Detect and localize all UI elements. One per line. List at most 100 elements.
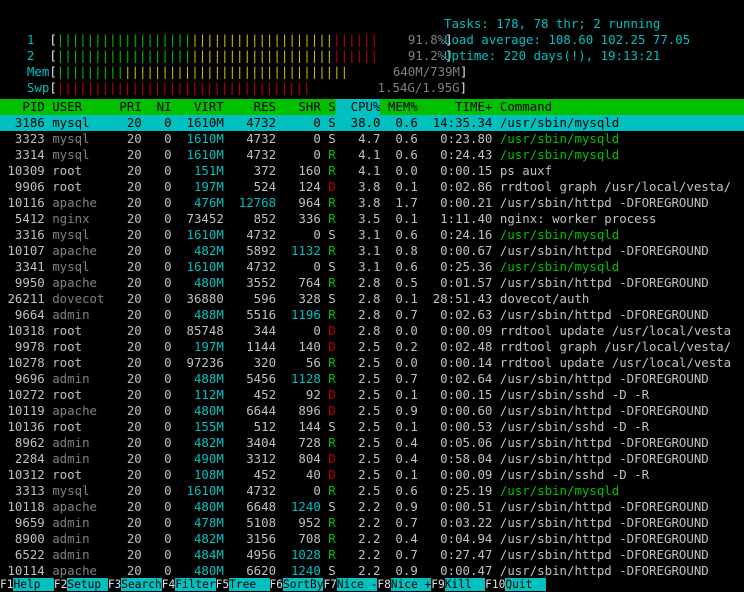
- column-mem-header[interactable]: MEM%: [380, 99, 418, 115]
- fkey-f2-label[interactable]: Setup: [67, 578, 108, 591]
- table-row[interactable]: 10312 root 20 0 108M 452 40 D 2.5 0.1 0:…: [0, 467, 744, 483]
- cell-res: 5456: [223, 371, 277, 386]
- table-row[interactable]: 10278 root 20 0 97236 320 56 R 2.5 0.0 0…: [0, 355, 744, 371]
- table-row[interactable]: 3314 mysql 20 0 1610M 4732 0 R 4.1 0.6 0…: [0, 147, 744, 163]
- cell-cmd: /usr/sbin/mysqld: [492, 115, 620, 130]
- fkey-f6[interactable]: F6: [269, 578, 284, 591]
- cell-pri: 20: [111, 531, 142, 546]
- column-pri-header[interactable]: PRI: [112, 99, 141, 115]
- cell-pid: 9696: [0, 371, 45, 386]
- cell-pri: 20: [111, 131, 142, 146]
- column-res-header[interactable]: RES: [224, 99, 276, 115]
- fkey-f6-label[interactable]: SortBy: [283, 578, 324, 591]
- cell-cmd: /usr/sbin/httpd -DFOREGROUND: [492, 499, 709, 514]
- cell-res: 4732: [223, 227, 277, 242]
- cell-s: S: [320, 291, 336, 306]
- table-row[interactable]: 3341 mysql 20 0 1610M 4732 0 S 3.1 0.6 0…: [0, 259, 744, 275]
- cell-s: S: [320, 563, 336, 578]
- fkey-f1-label[interactable]: Help: [13, 578, 54, 591]
- cell-cpu: 2.8: [335, 307, 381, 322]
- column-virt-header[interactable]: VIRT: [172, 99, 224, 115]
- table-row[interactable]: 10118 apache 20 0 480M 6648 1240 S 2.2 0…: [0, 499, 744, 515]
- table-row[interactable]: 9978 root 20 0 197M 1144 140 D 2.5 0.2 0…: [0, 339, 744, 355]
- column-command-header[interactable]: Command: [492, 99, 552, 115]
- table-row[interactable]: 3316 mysql 20 0 1610M 4732 0 S 3.1 0.6 0…: [0, 227, 744, 243]
- cell-virt: 85748: [171, 323, 224, 338]
- fkey-f4[interactable]: F4: [161, 578, 176, 591]
- fkey-f3[interactable]: F3: [107, 578, 122, 591]
- table-row[interactable]: 9906 root 20 0 197M 524 124 D 3.8 0.1 0:…: [0, 179, 744, 195]
- table-row[interactable]: 8962 admin 20 0 482M 3404 728 R 2.5 0.4 …: [0, 435, 744, 451]
- cell-cmd: /usr/sbin/httpd -DFOREGROUND: [492, 275, 709, 290]
- cell-mem: 0.8: [380, 243, 418, 258]
- cell-mem: 0.6: [380, 227, 418, 242]
- column-header[interactable]: PID USER PRI NI VIRT RES SHR S CPU% MEM%…: [0, 99, 744, 115]
- table-row[interactable]: 2284 admin 20 0 490M 3312 804 D 2.5 0.4 …: [0, 451, 744, 467]
- column-pid-header[interactable]: PID: [0, 99, 44, 115]
- cell-shr: 1028: [276, 547, 321, 562]
- table-row[interactable]: 10318 root 20 0 85748 344 0 D 2.8 0.0 0:…: [0, 323, 744, 339]
- cell-time: 0:27.47: [417, 547, 493, 562]
- cell-shr: 896: [276, 403, 321, 418]
- cell-cmd: ps auxf: [492, 163, 553, 178]
- cell-cpu: 4.1: [335, 147, 381, 162]
- cell-res: 852: [223, 211, 277, 226]
- cell-res: 3312: [223, 451, 277, 466]
- table-row[interactable]: 10272 root 20 0 112M 452 92 D 2.5 0.1 0:…: [0, 387, 744, 403]
- fkey-f9-label[interactable]: Kill: [444, 578, 486, 591]
- table-row[interactable]: 3313 mysql 20 0 1610M 4732 0 R 2.5 0.6 0…: [0, 483, 744, 499]
- cell-res: 4732: [223, 115, 277, 130]
- table-row[interactable]: 10136 root 20 0 155M 512 144 S 2.5 0.1 0…: [0, 419, 744, 435]
- cell-shr: 0: [276, 323, 321, 338]
- fkey-f9[interactable]: F9: [431, 578, 445, 591]
- fkey-f8[interactable]: F8: [377, 578, 391, 591]
- fkey-f8-label[interactable]: Nice +: [390, 578, 432, 591]
- fkey-f2[interactable]: F2: [53, 578, 68, 591]
- cell-mem: 0.1: [380, 467, 418, 482]
- cell-pri: 20: [111, 307, 142, 322]
- fkey-f10-label[interactable]: Quit: [505, 578, 546, 591]
- fkey-f4-label[interactable]: Filter: [175, 578, 216, 591]
- column-s-header[interactable]: S: [321, 99, 335, 115]
- table-row[interactable]: 26211 dovecot 20 0 36880 596 328 S 2.8 0…: [0, 291, 744, 307]
- table-row[interactable]: 5412 nginx 20 0 73452 852 336 R 3.5 0.1 …: [0, 211, 744, 227]
- fkey-f10[interactable]: F10: [485, 578, 506, 591]
- cell-pid: 3313: [0, 483, 45, 498]
- table-row[interactable]: 9696 admin 20 0 488M 5456 1128 R 2.5 0.7…: [0, 371, 744, 387]
- cell-res: 344: [223, 323, 277, 338]
- cell-s: D: [320, 323, 336, 338]
- cell-shr: 0: [276, 131, 321, 146]
- table-row[interactable]: 3186 mysql 20 0 1610M 4732 0 S 38.0 0.6 …: [0, 115, 744, 131]
- cell-shr: 728: [276, 435, 321, 450]
- table-row[interactable]: 10107 apache 20 0 482M 5892 1132 R 3.1 0…: [0, 243, 744, 259]
- function-key-bar[interactable]: F1Help F2Setup F3SearchF4FilterF5Tree F6…: [0, 578, 744, 592]
- fkey-f1[interactable]: F1: [0, 578, 14, 591]
- table-row[interactable]: 6522 admin 20 0 484M 4956 1028 R 2.2 0.7…: [0, 547, 744, 563]
- cell-pri: 20: [111, 259, 142, 274]
- table-row[interactable]: 9950 apache 20 0 480M 3552 764 R 2.8 0.5…: [0, 275, 744, 291]
- column-cpu-header[interactable]: CPU%: [335, 99, 381, 115]
- cell-user: mysql: [44, 131, 112, 146]
- fkey-f5[interactable]: F5: [215, 578, 230, 591]
- cell-cpu: 2.5: [335, 403, 381, 418]
- table-row[interactable]: 10114 apache 20 0 480M 6620 1240 S 2.2 0…: [0, 563, 744, 579]
- load-average: Load average: 108.60 102.25 77.05: [444, 32, 691, 47]
- table-row[interactable]: 9664 admin 20 0 488M 5516 1196 R 2.8 0.7…: [0, 307, 744, 323]
- fkey-f3-label[interactable]: Search: [121, 578, 162, 591]
- column-shr-header[interactable]: SHR: [276, 99, 320, 115]
- fkey-f5-label[interactable]: Tree: [229, 578, 270, 591]
- table-row[interactable]: 10309 root 20 0 151M 372 160 R 4.1 0.0 0…: [0, 163, 744, 179]
- column-user-header[interactable]: USER: [45, 99, 112, 115]
- table-row[interactable]: 10116 apache 20 0 476M 12768 964 R 3.8 1…: [0, 195, 744, 211]
- cell-user: nginx: [44, 211, 112, 226]
- table-row[interactable]: 8900 admin 20 0 482M 3156 708 R 2.2 0.4 …: [0, 531, 744, 547]
- column-time-header[interactable]: TIME+: [418, 99, 492, 115]
- table-row[interactable]: 10119 apache 20 0 480M 6644 896 D 2.5 0.…: [0, 403, 744, 419]
- table-row[interactable]: 3323 mysql 20 0 1610M 4732 0 S 4.7 0.6 0…: [0, 131, 744, 147]
- cell-user: admin: [44, 435, 112, 450]
- fkey-f7[interactable]: F7: [323, 578, 337, 591]
- column-ni-header[interactable]: NI: [142, 99, 172, 115]
- cell-cmd: /usr/sbin/httpd -DFOREGROUND: [492, 515, 709, 530]
- table-row[interactable]: 9659 admin 20 0 478M 5108 952 R 2.2 0.7 …: [0, 515, 744, 531]
- fkey-f7-label[interactable]: Nice -: [336, 578, 378, 591]
